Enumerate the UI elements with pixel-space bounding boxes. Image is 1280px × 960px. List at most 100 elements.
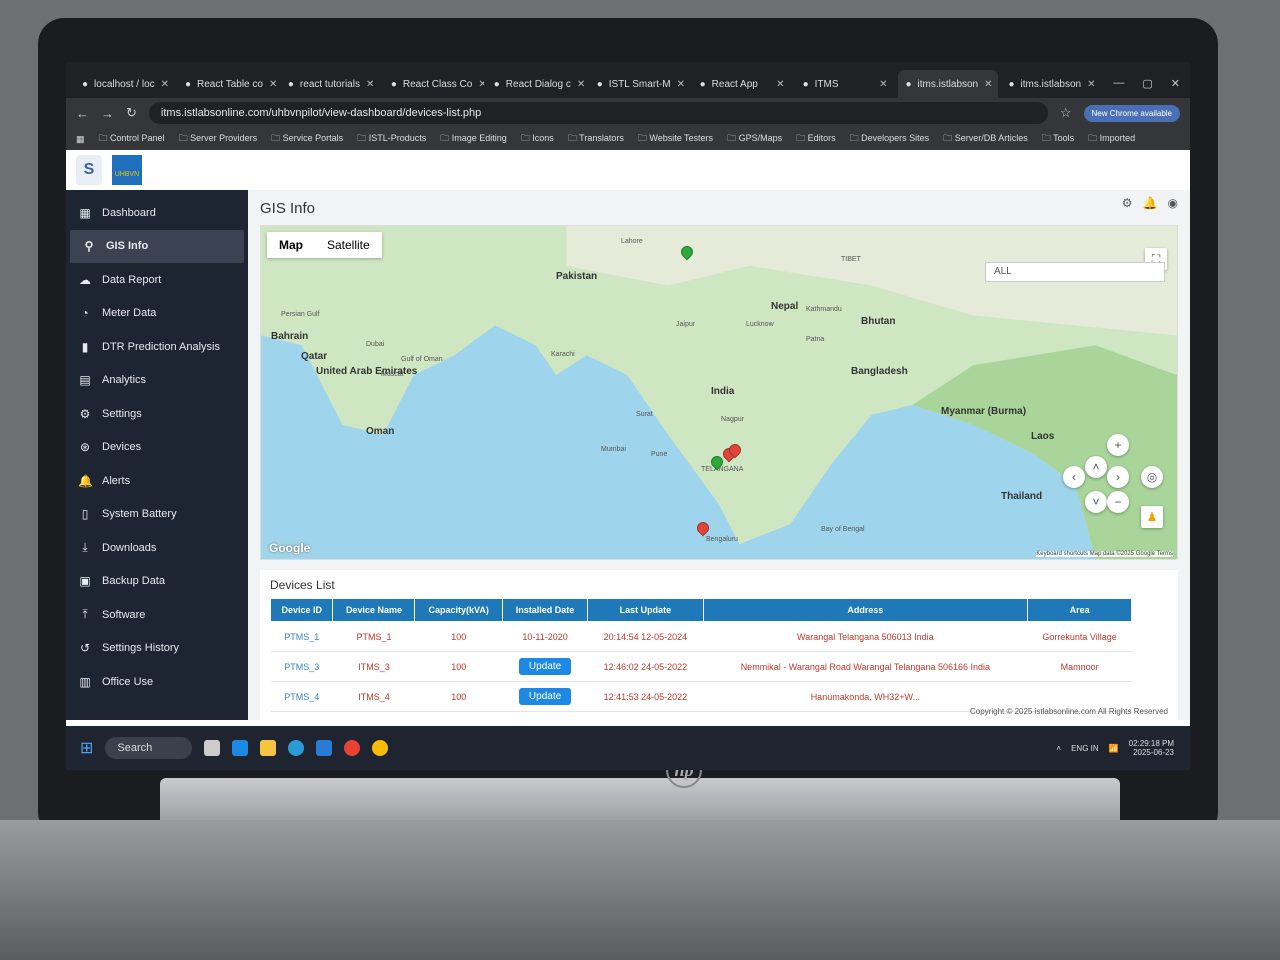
bookmark-folder[interactable]: 🗀 Translators [568, 131, 624, 147]
sidebar-item-alerts[interactable]: 🔔 Alerts [66, 464, 248, 498]
chrome-update-button[interactable]: New Chrome available [1083, 104, 1180, 122]
update-button[interactable]: Update [518, 658, 572, 675]
tab-8[interactable]: ● itms.istlabson ✕ [897, 70, 999, 98]
tab-close-icon[interactable]: ✕ [366, 79, 374, 90]
tray-overflow-icon[interactable]: ˄ [1056, 744, 1061, 753]
tab-4[interactable]: ● React Dialog c ✕ [486, 70, 587, 98]
bookmark-folder[interactable]: 🗀 Control Panel [99, 131, 165, 147]
sidebar-item-dtr-prediction-analysis[interactable]: ▮ DTR Prediction Analysis [66, 330, 248, 364]
bookmark-folder[interactable]: 🗀 Server/DB Articles [943, 131, 1028, 147]
map-attribution[interactable]: Keyboard shortcuts Map data ©2025 Google… [1036, 551, 1173, 557]
column-header[interactable]: Device ID [269, 598, 334, 622]
edge-icon[interactable] [288, 740, 305, 756]
tab-6[interactable]: ● React App ✕ [692, 70, 793, 98]
bookmark-folder[interactable]: 🗀 Developers Sites [850, 131, 930, 147]
chrome-icon-2[interactable] [372, 740, 389, 756]
tab-close-icon[interactable]: ✕ [677, 79, 685, 90]
tab-close-icon[interactable]: ✕ [1087, 79, 1095, 90]
sidebar-item-system-battery[interactable]: ▯ System Battery [66, 498, 248, 532]
sidebar-item-settings-history[interactable]: ↺ Settings History [66, 632, 248, 666]
tab-9[interactable]: ● itms.istlabson ✕ [1000, 70, 1101, 98]
bookmark-folder[interactable]: 🗀 Editors [796, 131, 836, 147]
tab-5[interactable]: ● ISTL Smart-M ✕ [589, 70, 690, 98]
tab-close-icon[interactable]: ✕ [984, 79, 992, 90]
map[interactable]: Map Satellite ALL Pakistan India Nepal Bhut… [260, 225, 1178, 560]
bell-icon[interactable]: 🔔 [1143, 196, 1158, 210]
sidebar-item-downloads[interactable]: ⤓ Downloads [66, 531, 248, 565]
bookmark-folder[interactable]: 🗀 ISTL-Products [357, 131, 426, 147]
bookmark-folder[interactable]: 🗀 Icons [521, 131, 554, 147]
sidebar-item-software[interactable]: ⤒ Software [66, 598, 248, 632]
tab-close-icon[interactable]: ✕ [161, 79, 169, 90]
sidebar-item-settings[interactable]: ⚙ Settings [66, 397, 248, 431]
table-row[interactable]: PTMS_1 PTMS_1 100 10-11-2020 20:14:54 12-05-… [270, 621, 1132, 652]
sidebar-item-dashboard[interactable]: ▦ Dashboard [66, 196, 248, 230]
gear-icon[interactable]: ⚙ [1122, 196, 1133, 210]
cell-id[interactable]: PTMS_1 [270, 621, 333, 652]
column-header[interactable]: Capacity(kVA) [414, 598, 503, 622]
map-type-satellite[interactable]: Satellite [315, 232, 382, 258]
pan-right-icon[interactable]: › [1107, 466, 1129, 488]
pan-left-icon[interactable]: ‹ [1063, 466, 1085, 488]
zoom-out-icon[interactable]: − [1107, 491, 1129, 513]
task-view-icon[interactable] [204, 740, 221, 756]
cell-id[interactable]: PTMS_3 [270, 651, 333, 682]
sidebar-item-gis-info[interactable]: ⚲ GIS Info [70, 229, 244, 263]
tab-2[interactable]: ● react tutorials ✕ [280, 70, 381, 98]
table-row[interactable]: PTMS_3 ITMS_3 100 Update 12:46:02 24-05-2022… [270, 651, 1132, 682]
sidebar-item-office-use[interactable]: ▥ Office Use [66, 665, 248, 699]
language-indicator[interactable]: ENG IN [1071, 744, 1099, 753]
tab-0[interactable]: ● localhost / loc ✕ [74, 70, 175, 98]
bookmark-folder[interactable]: 🗀 Service Portals [271, 131, 343, 147]
tab-close-icon[interactable]: ✕ [478, 79, 483, 90]
vscode-icon[interactable] [316, 740, 333, 756]
tab-3[interactable]: ● React Class Co ✕ [383, 70, 484, 98]
sidebar-item-analytics[interactable]: ▤ Analytics [66, 364, 248, 398]
sidebar-item-backup-data[interactable]: ▣ Backup Data [66, 565, 248, 599]
clock[interactable]: 02:29:18 PM 2025-06-23 [1129, 739, 1174, 757]
zoom-in-icon[interactable]: + [1107, 434, 1129, 456]
map-type-map[interactable]: Map [267, 232, 315, 258]
column-header[interactable]: Area [1027, 598, 1133, 622]
sidebar-item-data-report[interactable]: ☁ Data Report [66, 263, 248, 297]
file-explorer-icon[interactable] [260, 740, 277, 756]
tab-1[interactable]: ● React Table co ✕ [177, 70, 278, 98]
tab-close-icon[interactable]: ✕ [776, 79, 784, 90]
window-controls[interactable]: — ▢ ✕ [1103, 77, 1190, 98]
user-icon[interactable]: ◉ [1168, 196, 1178, 210]
bookmark-folder[interactable]: 🗀 Image Editing [440, 131, 507, 147]
cell-id[interactable]: PTMS_4 [270, 681, 333, 712]
outlook-icon[interactable] [232, 740, 249, 756]
forward-icon[interactable]: → [101, 106, 114, 121]
taskbar-search[interactable]: Search [105, 737, 193, 759]
device-filter-select[interactable]: ALL [985, 262, 1165, 282]
column-header[interactable]: Installed Date [501, 598, 589, 622]
sidebar-item-meter-data[interactable]: ◔ Meter Data [66, 297, 248, 331]
reload-icon[interactable]: ↻ [126, 105, 137, 121]
column-header[interactable]: Address [702, 598, 1029, 622]
column-header[interactable]: Last Update [587, 598, 704, 622]
column-header[interactable]: Device Name [332, 598, 416, 622]
bookmark-folder[interactable]: 🗀 GPS/Maps [727, 131, 782, 147]
star-icon[interactable]: ☆ [1060, 105, 1072, 121]
back-icon[interactable]: ← [76, 106, 89, 121]
wifi-icon[interactable]: 📶 [1109, 744, 1119, 753]
pegman-icon[interactable]: ♟ [1141, 506, 1163, 528]
tab-close-icon[interactable]: ✕ [577, 79, 585, 90]
bookmark-folder[interactable]: 🗀 Website Testers [638, 131, 713, 147]
pan-up-icon[interactable]: ˄ [1085, 456, 1107, 478]
tab-close-icon[interactable]: ✕ [269, 79, 277, 90]
bookmark-folder[interactable]: 🗀 Tools [1042, 131, 1074, 147]
pan-down-icon[interactable]: ˅ [1085, 491, 1107, 513]
bookmark-folder[interactable]: 🗀 Server Providers [179, 131, 258, 147]
tab-7[interactable]: ● ITMS ✕ [795, 70, 896, 98]
url-input[interactable]: itms.istlabsonline.com/uhbvnpilot/view-d… [148, 102, 1048, 124]
recenter-icon[interactable]: ◎ [1141, 466, 1163, 488]
bookmark-folder[interactable]: 🗀 Imported [1088, 131, 1135, 147]
chrome-icon[interactable] [344, 740, 361, 756]
sidebar-item-devices[interactable]: ⊛ Devices [66, 431, 248, 465]
tab-close-icon[interactable]: ✕ [879, 79, 887, 90]
apps-icon[interactable]: ▦ [76, 134, 85, 145]
update-button[interactable]: Update [518, 688, 572, 705]
windows-start-icon[interactable]: ⊞ [80, 738, 93, 758]
